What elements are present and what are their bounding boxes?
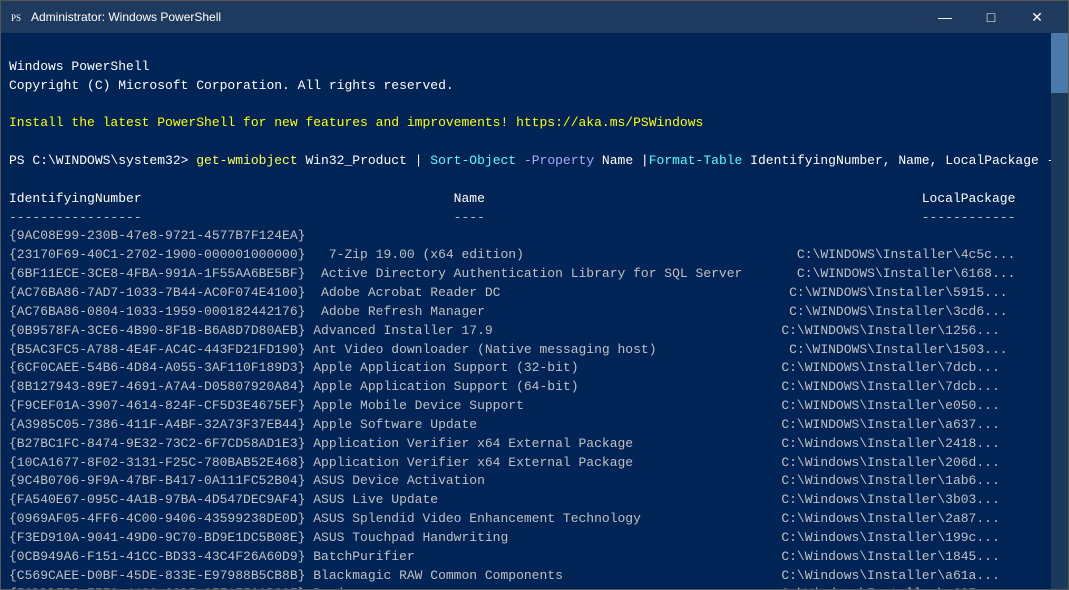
ps-upgrade-hint: Install the latest PowerShell for new fe… xyxy=(9,115,703,130)
maximize-button[interactable]: □ xyxy=(968,1,1014,33)
minimize-button[interactable]: — xyxy=(922,1,968,33)
ps-header-line1: Windows PowerShell xyxy=(9,59,149,74)
table-row: {0B9578FA-3CE6-4B90-8F1B-B6A8D7D80AEB} A… xyxy=(9,323,1000,338)
table-row: {C569CAEE-D0BF-45DE-833E-E97988B5CB8B} B… xyxy=(9,568,1000,583)
scrollbar-thumb[interactable] xyxy=(1051,33,1068,93)
scrollbar[interactable] xyxy=(1051,33,1068,589)
table-row: {B5AC3FC5-A788-4E4F-AC4C-443FD21FD190} A… xyxy=(9,342,1008,357)
table-row: {9AC08E99-230B-47e8-9721-4577B7F124EA} xyxy=(9,228,305,243)
close-button[interactable]: ✕ xyxy=(1014,1,1060,33)
table-row: {23170F69-40C1-2702-1900-000001000000} 7… xyxy=(9,247,1015,262)
cmd-name: Name | xyxy=(594,153,649,168)
powershell-icon: PS xyxy=(9,9,25,25)
table-row: {6CF0CAEE-54B6-4D84-A055-3AF110F189D3} A… xyxy=(9,360,1000,375)
table-row: {FA540E67-095C-4A1B-97BA-4D547DEC9AF4} A… xyxy=(9,492,1000,507)
window-title: Administrator: Windows PowerShell xyxy=(31,10,221,24)
console-output[interactable]: Windows PowerShell Copyright (C) Microso… xyxy=(1,33,1051,589)
cmd-args: IdentifyingNumber, Name, LocalPackage xyxy=(742,153,1046,168)
table-row: {10CA1677-8F02-3131-F25C-780BAB52E468} A… xyxy=(9,455,1000,470)
table-row: {0CB949A6-F151-41CC-BD33-43C4F26A60D9} B… xyxy=(9,549,1000,564)
table-row: {F3ED910A-9041-49D0-9C70-BD9E1DC5B08E} A… xyxy=(9,530,1000,545)
console-area: Windows PowerShell Copyright (C) Microso… xyxy=(1,33,1068,589)
table-row: {F9CEF01A-3907-4614-824F-CF5D3E4675EF} A… xyxy=(9,398,1000,413)
ps-header-line2: Copyright (C) Microsoft Corporation. All… xyxy=(9,78,454,93)
table-row: {9C4B0706-9F9A-47BF-B417-0A111FC52B04} A… xyxy=(9,473,1000,488)
cmd-getwmi: get-wmiobject xyxy=(196,153,297,168)
cmd-format: Format-Table xyxy=(649,153,743,168)
table-row: {6BF11ECE-3CE8-4FBA-991A-1F55AA6BE5BF} A… xyxy=(9,266,1015,281)
table-row: {0969AF05-4FF6-4C00-9406-43599238DE0D} A… xyxy=(9,511,1000,526)
table-row: {AC76BA86-7AD7-1033-7B44-AC0F074E4100} A… xyxy=(9,285,1008,300)
titlebar: PS Administrator: Windows PowerShell — □… xyxy=(1,1,1068,33)
titlebar-left: PS Administrator: Windows PowerShell xyxy=(9,9,221,25)
cmd-property: -Property xyxy=(516,153,594,168)
window-controls: — □ ✕ xyxy=(922,1,1060,33)
table-row: {8B127943-89E7-4691-A7A4-D05807920A84} A… xyxy=(9,379,1000,394)
cmd-product: Win32_Product | xyxy=(298,153,431,168)
table-row: {A3985C05-7386-411F-A4BF-32A73F37EB44} A… xyxy=(9,417,1000,432)
cmd-sort: Sort-Object xyxy=(430,153,516,168)
table-row: {AC76BA86-0804-1033-1959-000182442176} A… xyxy=(9,304,1008,319)
powershell-window: PS Administrator: Windows PowerShell — □… xyxy=(0,0,1069,590)
table-row: {56DDDFB8-7F79-4480-89D5-25E1F52AB28F} B… xyxy=(9,586,1000,589)
ps-prompt: PS C:\WINDOWS\system32> xyxy=(9,153,196,168)
col-header: IdentifyingNumber Name LocalPackage xyxy=(9,191,1015,206)
svg-text:PS: PS xyxy=(11,13,21,23)
table-row: {B27BC1FC-8474-9E32-73C2-6F7CD58AD1E3} A… xyxy=(9,436,1000,451)
col-divider: ----------------- ---- ------------ xyxy=(9,210,1015,225)
